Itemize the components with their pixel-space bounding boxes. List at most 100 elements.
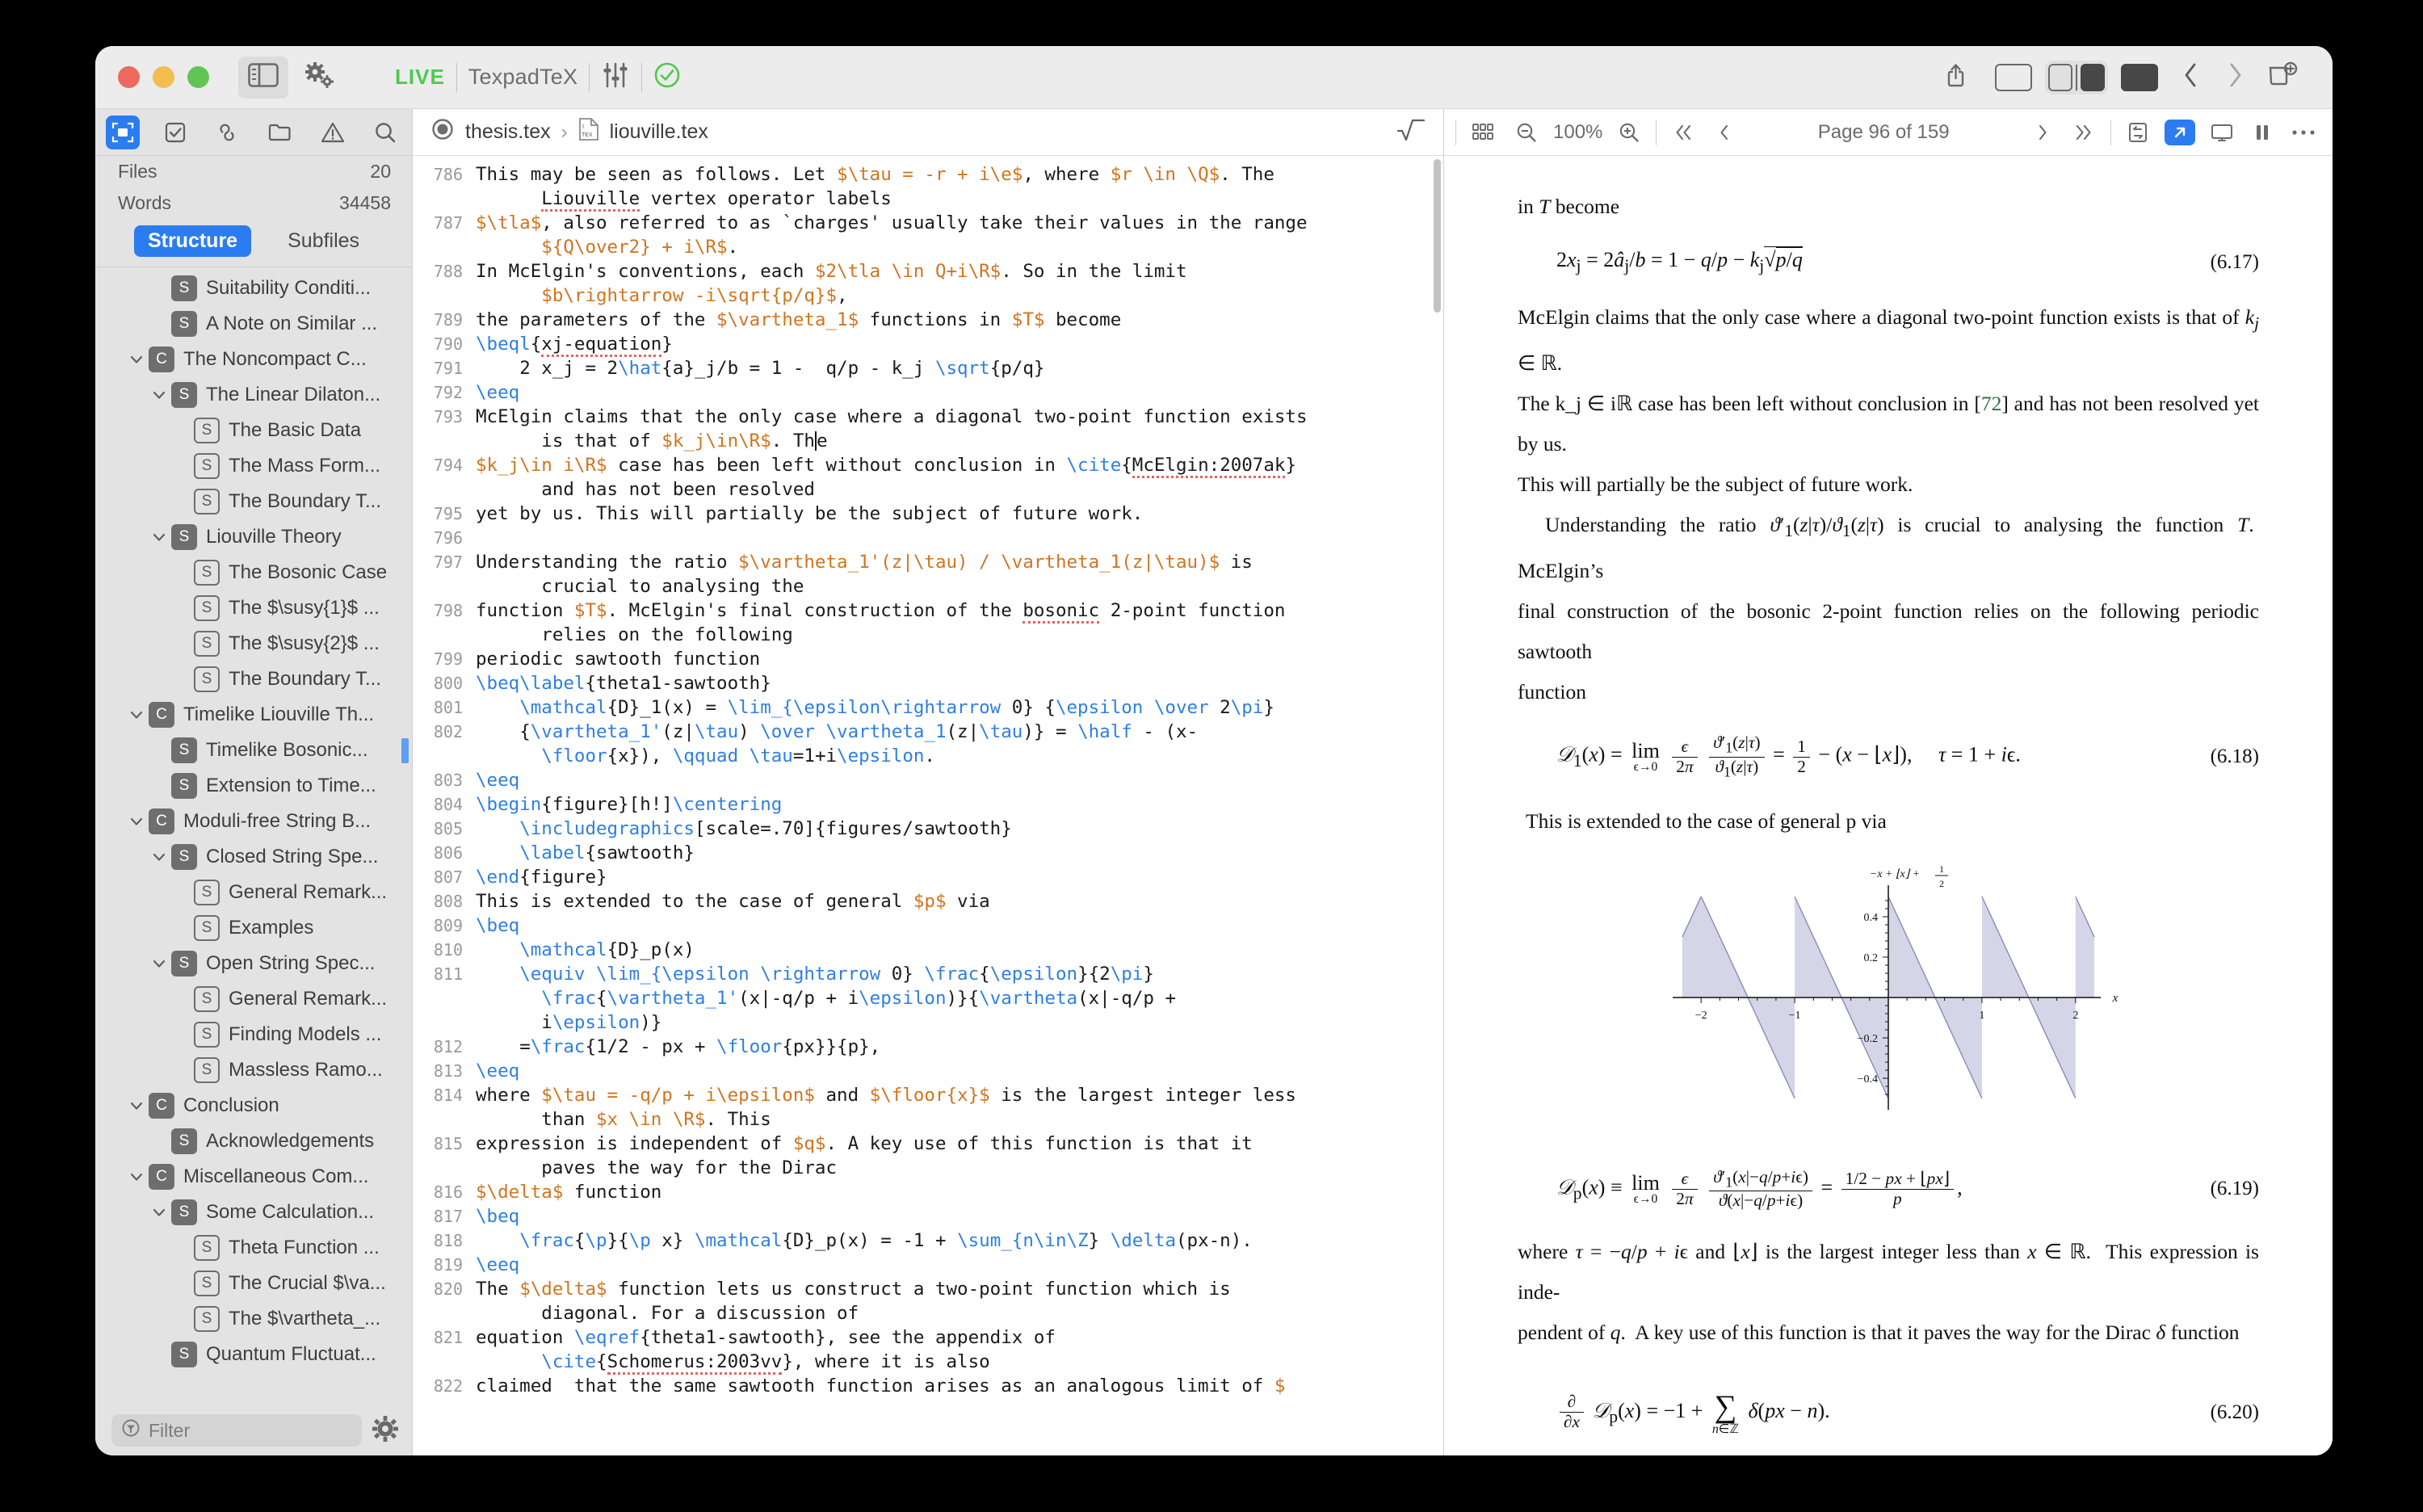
share-button[interactable] — [1934, 57, 1982, 99]
tree-item[interactable]: SThe Crucial $\va... — [95, 1266, 412, 1301]
layout-pdf-only-button[interactable] — [2111, 57, 2168, 99]
tree-item[interactable]: SAcknowledgements — [95, 1124, 412, 1159]
tree-item[interactable]: SThe Linear Dilaton... — [95, 377, 412, 413]
last-page-icon[interactable] — [2067, 118, 2101, 147]
pdf-citation-link[interactable]: 72 — [1981, 392, 2002, 415]
chevron-down-icon[interactable] — [124, 1168, 149, 1186]
tree-item[interactable]: SA Note on Similar ... — [95, 306, 412, 342]
tree-item[interactable]: SMassless Ramo... — [95, 1052, 412, 1088]
tree-item[interactable]: SThe $\susy{1}$ ... — [95, 590, 412, 626]
ellipsis-icon[interactable] — [2286, 124, 2321, 141]
sliders-icon[interactable] — [601, 61, 630, 93]
search-icon[interactable] — [368, 116, 402, 149]
tree-item[interactable]: SFinding Models ... — [95, 1017, 412, 1052]
new-tab-button[interactable] — [2258, 57, 2310, 99]
code-editor[interactable]: 786This may be seen as follows. Let $\ta… — [413, 156, 1443, 1455]
filter-input[interactable]: Filter — [111, 1414, 362, 1447]
chevron-down-icon[interactable] — [147, 848, 171, 866]
code-line[interactable]: 812 =\frac{1/2 - px + \floor{px}}{p}, — [413, 1035, 1443, 1059]
code-line[interactable]: 805 \includegraphics[scale=.70]{figures/… — [413, 817, 1443, 841]
chevron-down-icon[interactable] — [147, 528, 171, 546]
code-line[interactable]: 795yet by us. This will partially be the… — [413, 502, 1443, 526]
typesetting-engine-label[interactable]: TexpadTeX — [468, 65, 577, 90]
code-line[interactable]: 789the parameters of the $\vartheta_1$ f… — [413, 308, 1443, 332]
chevron-down-icon[interactable] — [147, 955, 171, 972]
tree-item[interactable]: CThe Noncompact C... — [95, 342, 412, 377]
tree-item[interactable]: CTimelike Liouville Th... — [95, 697, 412, 733]
editor-scrollbar[interactable] — [1434, 159, 1441, 313]
sync-icon[interactable] — [2121, 118, 2155, 147]
tree-item[interactable]: SThe Boundary T... — [95, 484, 412, 519]
chevron-down-icon[interactable] — [147, 386, 171, 404]
tree-item[interactable]: SThe Mass Form... — [95, 448, 412, 484]
code-line[interactable]: 788In McElgin's conventions, each $2\tla… — [413, 259, 1443, 308]
code-line[interactable]: 802 {\vartheta_1'(z|\tau) \over \varthet… — [413, 720, 1443, 768]
breadcrumb-root[interactable]: thesis.tex — [465, 120, 551, 144]
next-page-icon[interactable] — [2030, 118, 2057, 147]
window-controls[interactable] — [95, 66, 209, 88]
warning-icon[interactable] — [316, 116, 350, 149]
code-line[interactable]: 813\eeq — [413, 1059, 1443, 1083]
pause-icon[interactable] — [2249, 118, 2276, 147]
breadcrumb-file[interactable]: liouville.tex — [610, 120, 708, 144]
page-grid-icon[interactable] — [1466, 118, 1500, 147]
prev-page-icon[interactable] — [1710, 118, 1737, 147]
code-line[interactable]: 793McElgin claims that the only case whe… — [413, 405, 1443, 453]
gear-icon[interactable] — [372, 1415, 399, 1447]
code-line[interactable]: 792\eeq — [413, 380, 1443, 405]
todo-icon[interactable] — [158, 116, 192, 149]
tree-item[interactable]: SQuantum Fluctuat... — [95, 1337, 412, 1372]
layout-split-button[interactable] — [2045, 61, 2109, 94]
tree-item[interactable]: SExamples — [95, 910, 412, 946]
tree-item[interactable]: SClosed String Spe... — [95, 839, 412, 875]
zoom-in-icon[interactable] — [1612, 118, 1646, 147]
code-line[interactable]: 791 2 x_j = 2\hat{a}_j/b = 1 - q/p - k_j… — [413, 356, 1443, 380]
tree-item[interactable]: CConclusion — [95, 1088, 412, 1124]
code-line[interactable]: 811 \equiv \lim_{\epsilon \rightarrow 0}… — [413, 962, 1443, 1035]
display-icon[interactable] — [2205, 118, 2239, 147]
code-line[interactable]: 787$\tla$, also referred to as `charges'… — [413, 211, 1443, 259]
tree-item[interactable]: SThe $\vartheta_... — [95, 1301, 412, 1337]
code-line[interactable]: 798function $T$. McElgin's final constru… — [413, 598, 1443, 647]
minimize-button[interactable] — [153, 66, 174, 88]
code-line[interactable]: 801 \mathcal{D}_1(x) = \lim_{\epsilon\ri… — [413, 695, 1443, 720]
code-line[interactable]: 815expression is independent of $q$. A k… — [413, 1132, 1443, 1180]
code-line[interactable]: 822claimed that the same sawtooth functi… — [413, 1374, 1443, 1398]
check-circle-icon[interactable] — [653, 61, 681, 93]
code-line[interactable]: 816$\delta$ function — [413, 1180, 1443, 1204]
code-line[interactable]: 796 — [413, 526, 1443, 550]
code-line[interactable]: 808This is extended to the case of gener… — [413, 889, 1443, 914]
tree-item[interactable]: SLiouville Theory — [95, 519, 412, 555]
forward-button[interactable] — [2215, 57, 2255, 99]
tree-item[interactable]: SGeneral Remark... — [95, 875, 412, 910]
chevron-down-icon[interactable] — [124, 351, 149, 368]
tree-item[interactable]: SThe Basic Data — [95, 413, 412, 448]
project-settings-button[interactable] — [293, 57, 345, 99]
code-line[interactable]: 820The $\delta$ function lets us constru… — [413, 1277, 1443, 1325]
breadcrumb[interactable]: thesis.tex › tTEX liouville.tex — [430, 117, 708, 147]
tree-item[interactable]: STheta Function ... — [95, 1230, 412, 1266]
code-line[interactable]: 807\end{figure} — [413, 865, 1443, 889]
zoom-out-icon[interactable] — [1510, 118, 1543, 147]
infinity-icon[interactable] — [211, 116, 245, 149]
code-line[interactable]: 790\beql{xj-equation} — [413, 332, 1443, 356]
tree-item[interactable]: SOpen String Spec... — [95, 946, 412, 981]
code-line[interactable]: 817\beq — [413, 1204, 1443, 1228]
code-line[interactable]: 819\eeq — [413, 1253, 1443, 1277]
tree-item[interactable]: SSome Calculation... — [95, 1195, 412, 1230]
code-line[interactable]: 818 \frac{\p}{\p x} \mathcal{D}_p(x) = -… — [413, 1228, 1443, 1253]
tree-item[interactable]: CMiscellaneous Com... — [95, 1159, 412, 1195]
structure-icon[interactable] — [106, 116, 140, 149]
chevron-down-icon[interactable] — [147, 1203, 171, 1221]
code-line[interactable]: 804\begin{figure}[h!]\centering — [413, 792, 1443, 817]
tree-item[interactable]: SGeneral Remark... — [95, 981, 412, 1017]
code-line[interactable]: 809\beq — [413, 914, 1443, 938]
structure-tree[interactable]: SSuitability Conditi...SA Note on Simila… — [95, 267, 412, 1405]
sidebar-toggle-button[interactable] — [238, 57, 288, 99]
code-line[interactable]: 794$k_j\in i\R$ case has been left witho… — [413, 453, 1443, 502]
code-line[interactable]: 821equation \eqref{theta1-sawtooth}, see… — [413, 1325, 1443, 1374]
first-page-icon[interactable] — [1666, 118, 1700, 147]
code-line[interactable]: 803\eeq — [413, 768, 1443, 792]
close-button[interactable] — [118, 66, 140, 88]
tree-item[interactable]: SSuitability Conditi... — [95, 271, 412, 306]
